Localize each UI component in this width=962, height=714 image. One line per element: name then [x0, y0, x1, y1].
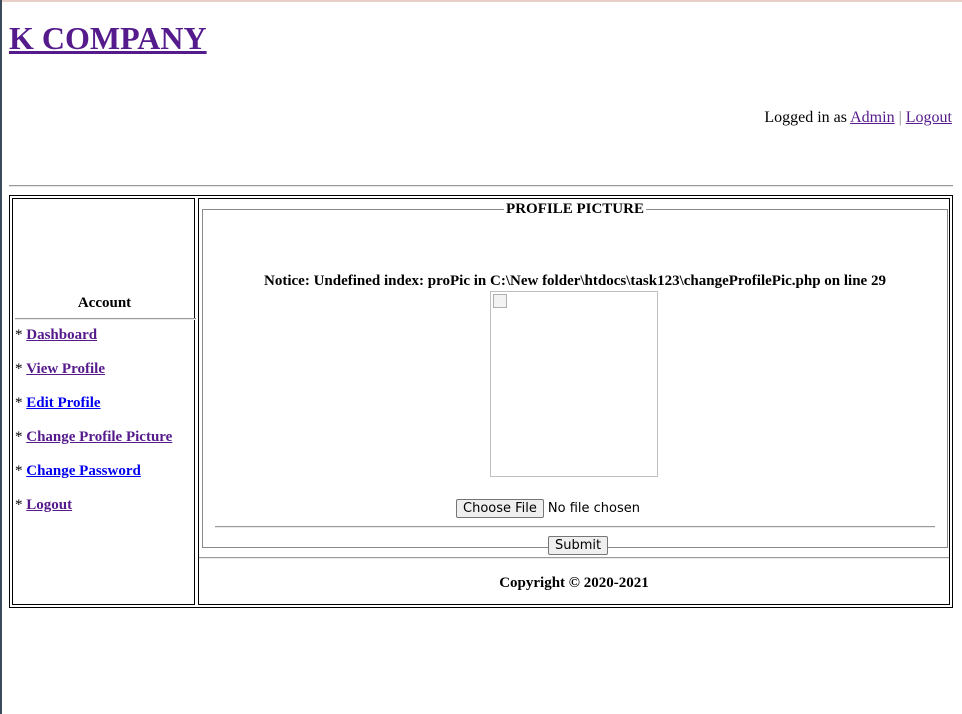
- logged-in-label: Logged in as: [764, 109, 851, 126]
- bullet: *: [15, 395, 23, 411]
- window-top-edge: [0, 0, 962, 2]
- view-profile-link[interactable]: View Profile: [26, 361, 105, 377]
- php-notice: Notice: Undefined index: proPic in C:\Ne…: [264, 273, 886, 289]
- sidebar-divider: [15, 318, 196, 320]
- user-bar: Logged in as Admin | Logout: [764, 109, 952, 127]
- change-password-link[interactable]: Change Password: [26, 463, 141, 479]
- fieldset-legend: PROFILE PICTURE: [506, 201, 644, 217]
- sidebar-logout-link[interactable]: Logout: [26, 497, 72, 513]
- window-left-edge: [0, 0, 2, 714]
- choose-file-button[interactable]: Choose File: [456, 499, 544, 518]
- user-bar-separator: |: [898, 109, 902, 126]
- sidebar-item-dashboard: * Dashboard: [15, 327, 97, 344]
- sidebar: Account * Dashboard * View Profile * Edi…: [12, 198, 196, 605]
- copyright-footer: Copyright © 2020-2021: [499, 575, 649, 591]
- bullet: *: [15, 497, 23, 513]
- bullet: *: [15, 327, 23, 343]
- form-divider: [215, 526, 935, 528]
- submit-button[interactable]: Submit: [548, 536, 609, 555]
- main-panel: PROFILE PICTURE Notice: Undefined index:…: [198, 198, 950, 605]
- sidebar-item-view-profile: * View Profile: [15, 361, 105, 378]
- footer-divider: [199, 557, 949, 559]
- broken-image-icon: [493, 294, 507, 308]
- sidebar-title: Account: [77, 295, 132, 311]
- bullet: *: [15, 429, 23, 445]
- profile-picture-image: [490, 291, 658, 477]
- edit-profile-link[interactable]: Edit Profile: [26, 395, 100, 411]
- layout-table: Account * Dashboard * View Profile * Edi…: [9, 195, 953, 608]
- sidebar-item-logout: * Logout: [15, 497, 72, 514]
- submit-wrapper: Submit: [548, 536, 609, 555]
- sidebar-item-change-profile-picture: * Change Profile Picture: [15, 429, 172, 446]
- change-profile-picture-link[interactable]: Change Profile Picture: [26, 429, 172, 445]
- header-divider: [9, 185, 953, 187]
- header-logout-link[interactable]: Logout: [906, 109, 952, 126]
- bullet: *: [15, 463, 23, 479]
- sidebar-item-change-password: * Change Password: [15, 463, 141, 480]
- no-file-label: No file chosen: [547, 501, 640, 516]
- dashboard-link[interactable]: Dashboard: [26, 327, 97, 343]
- brand-link[interactable]: K COMPANY: [9, 20, 207, 57]
- admin-link[interactable]: Admin: [850, 109, 894, 126]
- sidebar-item-edit-profile: * Edit Profile: [15, 395, 101, 412]
- profile-picture-fieldset: PROFILE PICTURE Notice: Undefined index:…: [202, 201, 948, 555]
- bullet: *: [15, 361, 23, 377]
- file-input: Choose File No file chosen: [456, 499, 640, 518]
